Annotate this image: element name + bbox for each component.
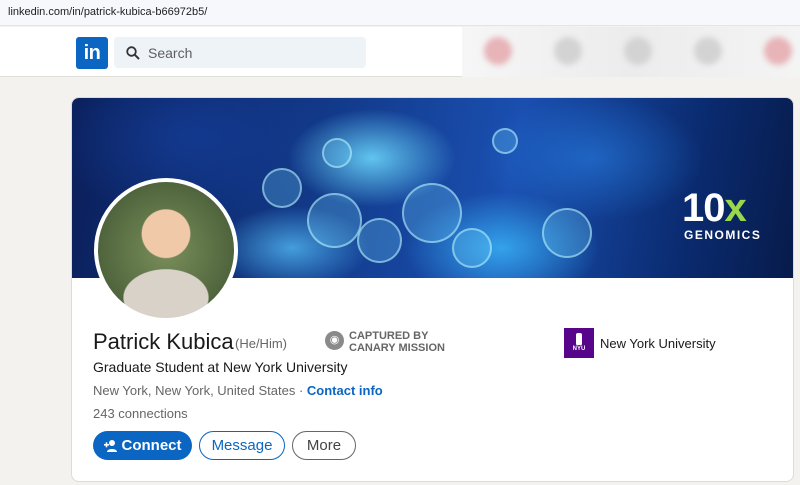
- url-text: linkedin.com/in/patrick-kubica-b66972b5/: [8, 6, 208, 18]
- add-person-icon: [103, 439, 117, 452]
- education-name: New York University: [600, 336, 716, 351]
- linkedin-logo[interactable]: in: [76, 37, 108, 69]
- connections-count[interactable]: 243 connections: [93, 406, 188, 421]
- search-box[interactable]: [114, 37, 366, 68]
- profile-name: Patrick Kubica: [93, 329, 234, 354]
- more-button[interactable]: More: [292, 431, 356, 460]
- browser-address-bar[interactable]: linkedin.com/in/patrick-kubica-b66972b5/: [0, 0, 800, 26]
- search-input[interactable]: [148, 37, 358, 68]
- contact-info-link[interactable]: Contact info: [307, 383, 383, 398]
- location-text: New York, New York, United States: [93, 383, 296, 398]
- canary-mission-badge: CAPTURED BY CANARY MISSION: [349, 330, 445, 354]
- profile-card: 10x GENOMICS Patrick Kubica (He/Him) ◉ C…: [71, 97, 794, 482]
- pronouns: (He/Him): [235, 336, 287, 351]
- blurred-nav-icons: [462, 27, 800, 77]
- profile-headline: Graduate Student at New York University: [93, 359, 348, 375]
- message-button[interactable]: Message: [199, 431, 285, 460]
- search-icon: [126, 46, 140, 60]
- camera-badge-icon: ◉: [325, 331, 344, 350]
- location-line: New York, New York, United States · Cont…: [93, 383, 383, 398]
- profile-avatar[interactable]: [94, 178, 238, 322]
- top-navigation: in: [0, 27, 800, 77]
- connect-button[interactable]: Connect: [93, 431, 192, 460]
- banner-brand-logo: 10x GENOMICS: [682, 186, 762, 242]
- nyu-torch-logo: NYU: [564, 328, 594, 358]
